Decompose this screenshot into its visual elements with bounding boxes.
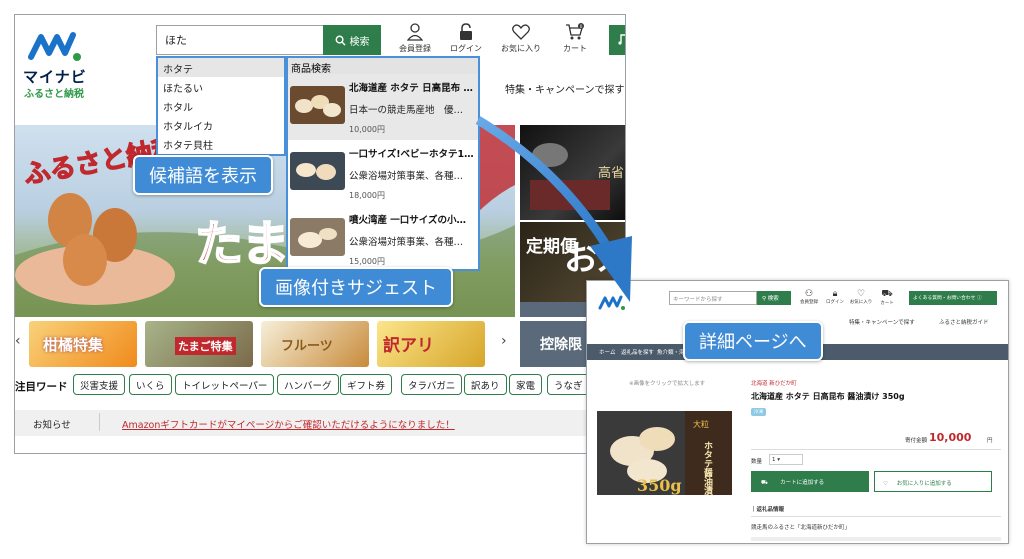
callout-image-suggest: 画像付きサジェスト (259, 267, 453, 307)
callout-detail: 詳細ページへ (683, 321, 823, 361)
flow-arrow (475, 116, 632, 302)
callout-suggest: 候補語を表示 (133, 155, 273, 195)
